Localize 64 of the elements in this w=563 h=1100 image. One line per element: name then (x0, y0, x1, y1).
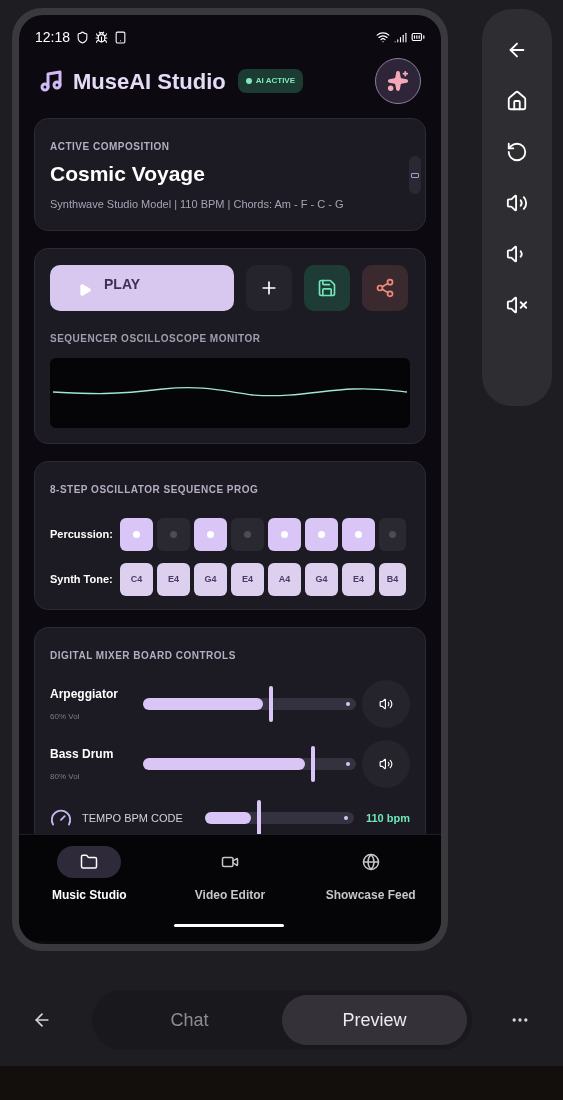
step-pad[interactable] (305, 518, 338, 551)
mute-icon[interactable] (506, 294, 528, 316)
app-title: MuseAI Studio (73, 67, 226, 96)
bug-icon (95, 30, 109, 44)
status-badge: AI ACTIVE (237, 69, 304, 93)
view-tab[interactable]: Preview (282, 995, 467, 1045)
composition-title: Cosmic Voyage (50, 161, 206, 187)
section-label: ACTIVE COMPOSITION (50, 140, 171, 154)
channel-name: Arpeggiator (50, 686, 119, 703)
volume-up-icon[interactable] (506, 192, 528, 214)
note-pad[interactable]: E4 (342, 563, 375, 596)
note-pad[interactable]: B4 (379, 563, 406, 596)
play-button[interactable]: PLAY (50, 265, 234, 311)
note-pad[interactable]: G4 (194, 563, 227, 596)
tempo-reading: 110 bpm (365, 810, 410, 826)
composition-details: Synthwave Studio Model | 110 BPM | Chords: Am - F - C - G (50, 196, 345, 212)
nav-tab[interactable]: Showcase Feed (300, 846, 441, 941)
channel-name: Bass Drum (50, 746, 115, 763)
section-label: 8-STEP OSCILLATOR SEQUENCE PROG (50, 483, 260, 497)
ai-sparkle-button[interactable] (375, 58, 421, 104)
share-icon (375, 278, 395, 298)
rotate-icon[interactable] (506, 141, 528, 163)
battery-icon (411, 30, 425, 44)
slider[interactable] (143, 686, 356, 722)
view-tab[interactable]: Chat (97, 995, 282, 1045)
home-icon[interactable] (506, 90, 528, 112)
speaker-button[interactable] (362, 740, 410, 788)
note-pad[interactable]: G4 (305, 563, 338, 596)
save-button[interactable] (304, 265, 350, 311)
step-pad[interactable] (120, 518, 153, 551)
tempo-label: TEMPO BPM CODE (82, 810, 184, 826)
speaker-icon (379, 757, 393, 771)
note-pad[interactable]: E4 (157, 563, 190, 596)
row-label: Synth Tone: (50, 572, 114, 588)
slider-thumb[interactable] (311, 746, 316, 782)
note-pad[interactable]: A4 (268, 563, 301, 596)
step-pad[interactable] (342, 518, 375, 551)
play-icon (78, 283, 92, 297)
slider-thumb[interactable] (268, 686, 273, 722)
music-note-icon (39, 69, 63, 93)
step-pad[interactable] (268, 518, 301, 551)
wifi-icon (376, 30, 390, 44)
row-label: Percussion: (50, 527, 114, 543)
add-button[interactable] (246, 265, 292, 311)
slider[interactable] (143, 746, 356, 782)
status-time: 12:18 (35, 27, 71, 47)
speaker-icon (379, 697, 393, 711)
note-pad[interactable]: E4 (231, 563, 264, 596)
sparkles-icon (387, 70, 409, 92)
section-label: SEQUENCER OSCILLOSCOPE MONITOR (50, 332, 262, 346)
scroll-handle[interactable] (409, 156, 421, 194)
section-label: DIGITAL MIXER BOARD CONTROLS (50, 649, 237, 663)
globe-icon (361, 853, 380, 871)
step-pad[interactable] (194, 518, 227, 551)
speaker-button[interactable] (362, 680, 410, 728)
shield-icon (76, 30, 90, 44)
volume-reading: 60% Vol (50, 711, 81, 723)
share-button[interactable] (362, 265, 408, 311)
signal-icon (394, 30, 407, 44)
tablet-icon (114, 30, 128, 44)
slider-thumb[interactable] (256, 800, 261, 834)
note-pad[interactable]: C4 (120, 563, 153, 596)
volume-reading: 80% Vol (50, 771, 81, 783)
nav-tab[interactable]: Music Studio (19, 846, 160, 941)
